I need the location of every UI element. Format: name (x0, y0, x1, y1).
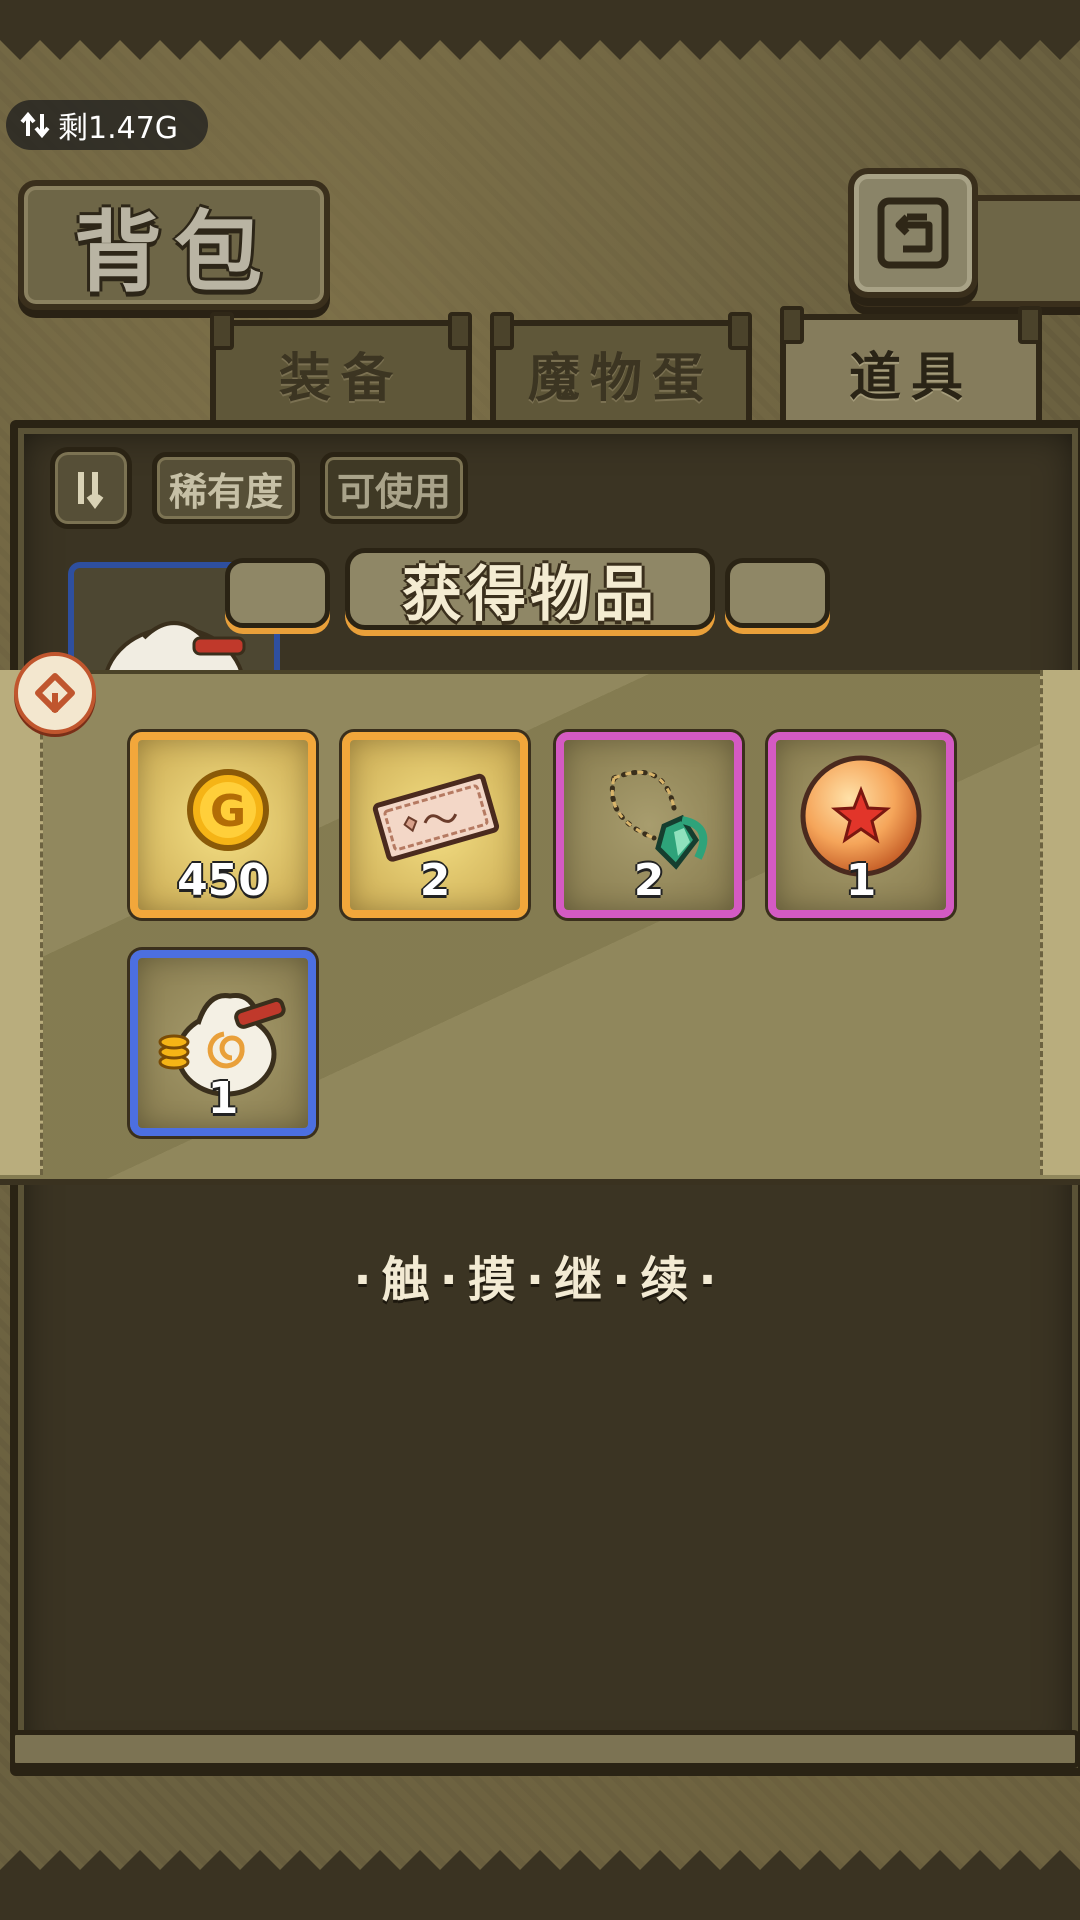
page-title-plate: 背包 (18, 180, 330, 310)
tab-equipment[interactable]: 装备 (210, 312, 472, 421)
top-zigzag-border (0, 0, 1080, 60)
collapse-arrow-icon (35, 673, 75, 713)
reward-slot-money-bag[interactable]: 1 (130, 950, 316, 1136)
band-right-edge (1040, 670, 1080, 1175)
item-count: 1 (207, 1073, 239, 1124)
reward-title-plate: 获得物品 (345, 548, 715, 630)
reward-title: 获得物品 (402, 559, 658, 630)
sort-toggle-icon (78, 472, 104, 509)
return-icon (877, 197, 949, 269)
data-usage-indicator: 剩1.47G (6, 100, 208, 150)
inventory-tabs: 装备 魔物蛋 道具 (20, 306, 1060, 430)
reward-slot-gold[interactable]: G 450 (130, 732, 316, 918)
title-left-ornament (225, 558, 330, 628)
sort-toggle-button[interactable] (50, 447, 132, 529)
rarity-filter-label: 稀有度 (169, 469, 284, 514)
item-count: 450 (177, 855, 269, 906)
data-remaining-text: 剩1.47G (58, 111, 179, 146)
reward-slot-amulet[interactable]: 2 (556, 732, 742, 918)
svg-text:G: G (210, 786, 246, 837)
tab-monster-eggs[interactable]: 魔物蛋 (490, 312, 752, 421)
filter-bar: 稀有度 可使用 (50, 447, 469, 529)
data-transfer-icon (20, 111, 50, 139)
reward-slot-ticket[interactable]: 2 (342, 732, 528, 918)
tab-label: 装备 (278, 349, 403, 409)
tab-label: 魔物蛋 (527, 349, 714, 409)
page-title: 背包 (73, 200, 274, 304)
rarity-filter-button[interactable]: 稀有度 (152, 452, 301, 524)
item-count: 1 (845, 855, 877, 906)
bottom-zigzag-border (0, 1850, 1080, 1920)
item-count: 2 (419, 855, 451, 906)
title-right-ornament (725, 558, 830, 628)
tab-label: 道具 (848, 348, 973, 408)
item-count: 2 (633, 855, 665, 906)
band-left-edge (0, 670, 43, 1175)
reward-title-banner: 获得物品 (220, 548, 830, 630)
tab-items[interactable]: 道具 (780, 306, 1042, 425)
usable-filter-label: 可使用 (337, 469, 452, 514)
collapse-button[interactable] (14, 652, 96, 734)
panel-bottom-rail (10, 1730, 1080, 1768)
tap-to-continue-hint[interactable]: ·触·摸·继·续· (0, 1240, 1080, 1310)
reward-slot-star-orb[interactable]: 1 (768, 732, 954, 918)
usable-filter-button[interactable]: 可使用 (320, 452, 469, 524)
back-button[interactable] (848, 168, 978, 298)
